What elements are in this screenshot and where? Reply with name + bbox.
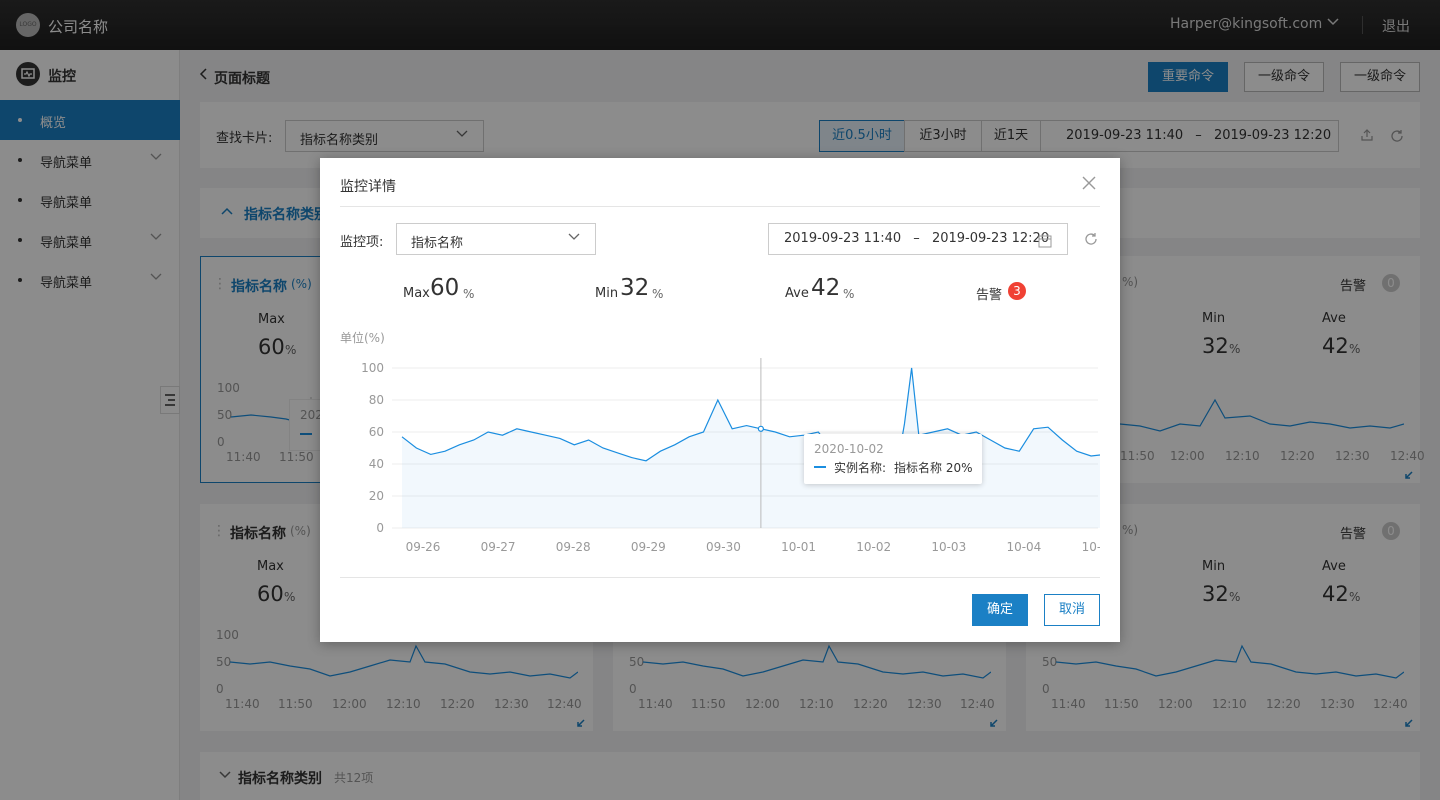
refresh-icon[interactable] bbox=[1083, 231, 1099, 251]
x-tick-label: 10-05 bbox=[1082, 540, 1100, 554]
chart-unit-label: 单位(%) bbox=[340, 331, 385, 345]
monitor-item-select[interactable]: 指标名称 bbox=[396, 223, 596, 255]
date-separator: – bbox=[913, 231, 920, 246]
divider bbox=[340, 577, 1100, 578]
x-tick-label: 10-04 bbox=[1006, 540, 1041, 554]
alarm-badge: 3 bbox=[1008, 282, 1026, 300]
y-tick-label: 60 bbox=[369, 425, 384, 439]
modal-date-range-picker[interactable]: 2019-09-23 11:40 – 2019-09-23 12:20 bbox=[768, 223, 1068, 255]
x-tick-label: 10-02 bbox=[856, 540, 891, 554]
x-tick-label: 10-03 bbox=[931, 540, 966, 554]
confirm-button[interactable]: 确定 bbox=[972, 594, 1028, 626]
data-point bbox=[757, 425, 764, 432]
select-value: 指标名称 bbox=[411, 236, 464, 251]
x-tick-label: 10-01 bbox=[781, 540, 816, 554]
y-tick-label: 0 bbox=[376, 521, 384, 535]
x-tick-label: 09-30 bbox=[706, 540, 741, 554]
legend-line bbox=[814, 466, 826, 468]
monitor-item-label: 监控项: bbox=[340, 235, 384, 250]
y-tick-label: 100 bbox=[361, 361, 384, 375]
min-label: Min bbox=[595, 286, 619, 301]
y-tick-label: 20 bbox=[369, 489, 384, 503]
x-tick-label: 09-27 bbox=[481, 540, 516, 554]
detail-chart[interactable]: 0 20 40 60 80 100 09-26 09-27 09-28 09-29 09-30 10-… bbox=[340, 356, 1100, 556]
monitor-detail-modal: 监控详情 监控项: 指标名称 2019-09-23 11:40 – 2019-0… bbox=[320, 158, 1120, 642]
date-from: 2019-09-23 11:40 bbox=[784, 231, 902, 246]
min-value: 32 bbox=[620, 275, 650, 301]
date-to: 2019-09-23 12:20 bbox=[931, 231, 1050, 246]
min-unit: % bbox=[652, 287, 664, 301]
calendar-icon bbox=[1037, 231, 1053, 261]
x-tick-label: 09-26 bbox=[406, 540, 441, 554]
ave-unit: % bbox=[843, 287, 855, 301]
tooltip-value: 指标名称 20% bbox=[894, 461, 973, 475]
series-area bbox=[402, 368, 1100, 528]
ave-label: Ave bbox=[785, 286, 809, 301]
max-value: 60 bbox=[430, 275, 460, 301]
y-tick-label: 40 bbox=[369, 457, 384, 471]
tooltip-date: 2020-10-02 bbox=[814, 442, 884, 456]
x-tick-label: 09-28 bbox=[556, 540, 591, 554]
chevron-down-icon bbox=[567, 230, 581, 248]
x-tick-label: 09-29 bbox=[631, 540, 666, 554]
ave-value: 42 bbox=[811, 275, 841, 301]
tooltip-series: 实例名称: bbox=[834, 461, 887, 475]
divider bbox=[340, 206, 1100, 207]
y-tick-label: 80 bbox=[369, 393, 384, 407]
max-unit: % bbox=[463, 287, 475, 301]
cancel-button[interactable]: 取消 bbox=[1044, 594, 1100, 626]
close-icon[interactable] bbox=[1082, 176, 1096, 194]
max-label: Max bbox=[403, 286, 430, 301]
chart-tooltip: 2020-10-02 实例名称: 指标名称 20% bbox=[804, 434, 982, 484]
alarm-label: 告警 bbox=[976, 288, 1003, 303]
modal-title: 监控详情 bbox=[340, 179, 396, 195]
